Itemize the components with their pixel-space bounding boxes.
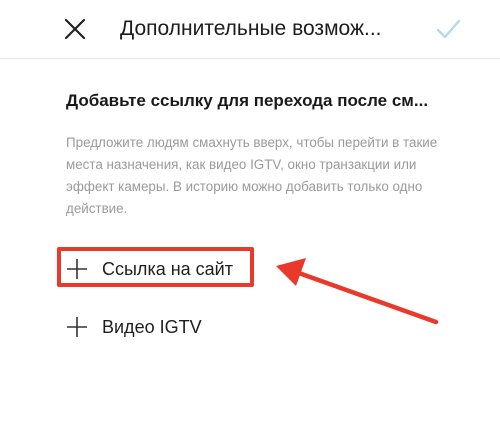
annotation-highlight-box <box>57 247 254 287</box>
igtv-video-label: Видео IGTV <box>102 316 202 337</box>
page-title: Дополнительные возмож... <box>120 17 382 40</box>
plus-icon <box>67 317 87 337</box>
close-button[interactable] <box>60 14 90 44</box>
close-icon <box>64 18 86 40</box>
add-igtv-video-button[interactable]: Видео IGTV <box>66 312 202 342</box>
header-divider <box>0 58 500 59</box>
section-description: Предложите людям смахнуть вверх, чтобы п… <box>66 135 438 216</box>
top-bar: Дополнительные возмож... <box>0 0 500 58</box>
section-heading: Добавьте ссылку для перехода после см... <box>66 91 429 110</box>
check-icon <box>436 19 461 39</box>
confirm-button[interactable] <box>432 14 464 44</box>
